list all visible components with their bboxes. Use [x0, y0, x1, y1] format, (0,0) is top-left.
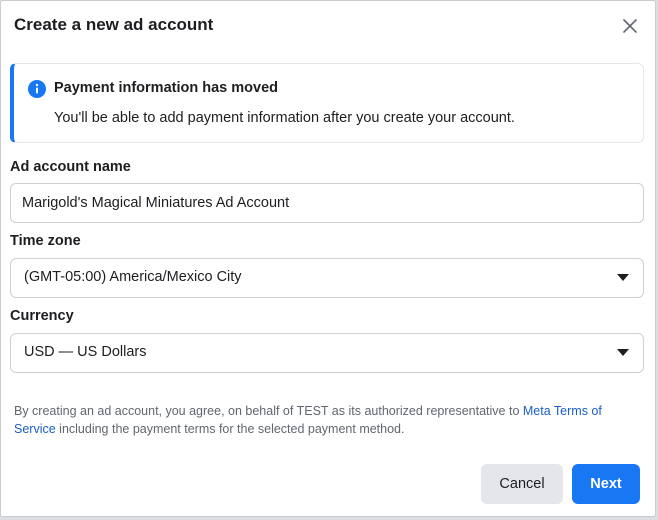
caret-down-icon: [617, 274, 629, 281]
info-icon: [28, 80, 46, 98]
create-ad-account-dialog: Create a new ad account Payment informat…: [0, 0, 656, 517]
account-name-field: [10, 183, 644, 223]
dialog-title: Create a new ad account: [14, 15, 214, 34]
time-zone-select[interactable]: (GMT-05:00) America/Mexico City: [10, 258, 644, 298]
next-button[interactable]: Next: [572, 464, 640, 504]
account-name-input[interactable]: [11, 184, 611, 222]
terms-prefix: By creating an ad account, you agree, on…: [14, 404, 523, 418]
payment-info-banner: Payment information has moved You'll be …: [10, 63, 644, 143]
account-name-label: Ad account name: [10, 159, 131, 175]
banner-title: Payment information has moved: [54, 80, 278, 96]
terms-text: By creating an ad account, you agree, on…: [14, 402, 644, 438]
currency-label: Currency: [10, 308, 74, 324]
currency-select[interactable]: USD — US Dollars: [10, 333, 644, 373]
currency-value: USD — US Dollars: [24, 344, 147, 360]
caret-down-icon: [617, 349, 629, 356]
close-button[interactable]: [615, 11, 645, 41]
terms-suffix: including the payment terms for the sele…: [55, 422, 405, 436]
close-icon: [623, 19, 637, 33]
time-zone-value: (GMT-05:00) America/Mexico City: [24, 269, 242, 285]
cancel-button[interactable]: Cancel: [481, 464, 563, 504]
banner-body: You'll be able to add payment informatio…: [54, 110, 515, 126]
time-zone-label: Time zone: [10, 233, 81, 249]
